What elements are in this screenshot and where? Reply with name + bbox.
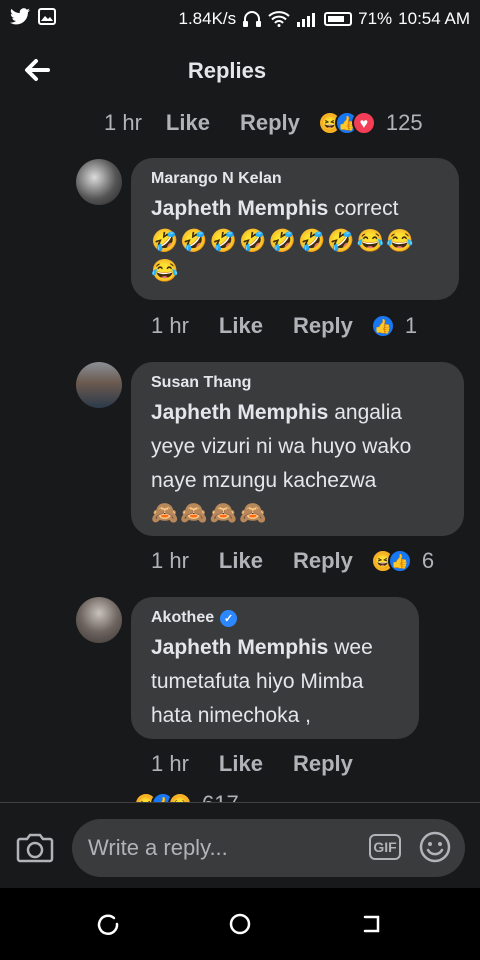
- timestamp: 1 hr: [151, 313, 189, 338]
- gif-button[interactable]: GIF: [369, 834, 401, 860]
- reaction-summary[interactable]: 😆 👍: [370, 549, 412, 573]
- comment-author[interactable]: Susan Thang: [151, 374, 444, 392]
- header: Replies: [0, 40, 480, 102]
- home-icon[interactable]: [226, 910, 254, 938]
- comment-author[interactable]: Akothee ✓: [151, 609, 399, 627]
- reaction-count[interactable]: 6: [422, 548, 434, 574]
- headphones-icon: [243, 11, 262, 27]
- avatar[interactable]: [76, 362, 122, 408]
- timestamp: 1 hr: [151, 751, 189, 776]
- reply-placeholder: Write a reply...: [88, 835, 228, 860]
- gallery-icon: [38, 8, 56, 25]
- comment-text: Japheth Memphis angalia yeye vizuri ni w…: [151, 396, 444, 498]
- comment-action-row: 1 hr Like Reply 👍 1: [151, 313, 417, 339]
- reply-button[interactable]: Reply: [293, 313, 353, 339]
- timestamp: 1 hr: [151, 548, 189, 573]
- comment-emoji: 🙈🙈🙈🙈: [151, 500, 269, 525]
- verified-badge-icon: ✓: [220, 609, 238, 627]
- network-speed: 1.84K/s: [178, 9, 237, 28]
- comment-text: Japheth Memphis correct: [151, 192, 439, 226]
- status-bar: 1.84K/s 71% 10:54 AM: [0, 0, 480, 38]
- navigation-bar: [0, 888, 480, 960]
- back-nav-icon[interactable]: [358, 910, 386, 938]
- reply-button[interactable]: Reply: [293, 751, 353, 777]
- battery-icon: [324, 12, 353, 26]
- like-button[interactable]: Like: [219, 751, 263, 777]
- like-reaction-icon: 👍: [387, 549, 412, 573]
- love-reaction-icon: ♥: [351, 111, 376, 135]
- like-button[interactable]: Like: [219, 548, 263, 574]
- wifi-icon: [268, 11, 290, 27]
- emoji-icon[interactable]: [419, 831, 451, 863]
- like-button[interactable]: Like: [166, 110, 210, 136]
- comment-text: Japheth Memphis wee tumetafuta hiyo Mimb…: [151, 631, 399, 733]
- timestamp: 1 hr: [104, 110, 142, 135]
- comment-bubble: Marango N Kelan Japheth Memphis correct …: [131, 158, 459, 300]
- comment-author[interactable]: Marango N Kelan: [151, 170, 439, 188]
- reply-input[interactable]: Write a reply... GIF: [72, 819, 465, 877]
- reaction-count[interactable]: 1: [405, 313, 417, 339]
- mention-tag[interactable]: Japheth Memphis: [151, 197, 328, 220]
- clipped-row: 😆 👍 😢 617: [0, 788, 480, 802]
- comment-emoji: 🤣🤣🤣🤣🤣🤣🤣😂😂😂: [151, 228, 416, 283]
- avatar[interactable]: [76, 597, 122, 643]
- comment-bubble: Akothee ✓ Japheth Memphis wee tumetafuta…: [131, 597, 419, 739]
- reaction-summary[interactable]: 👍: [370, 314, 395, 338]
- reaction-summary[interactable]: 😆 👍 😢 617: [134, 791, 239, 802]
- author-name[interactable]: Akothee: [151, 609, 214, 627]
- signal-icon: [297, 13, 316, 27]
- recent-apps-icon[interactable]: [94, 910, 122, 938]
- like-button[interactable]: Like: [219, 313, 263, 339]
- page-title: Replies: [187, 58, 267, 83]
- camera-icon[interactable]: [16, 831, 54, 865]
- reaction-count[interactable]: 617: [202, 791, 239, 802]
- mention-tag[interactable]: Japheth Memphis: [151, 401, 328, 424]
- comment-bubble: Susan Thang Japheth Memphis angalia yeye…: [131, 362, 464, 536]
- sad-reaction-icon: 😢: [168, 792, 192, 802]
- comment-message: correct: [334, 197, 399, 220]
- reply-button[interactable]: Reply: [293, 548, 353, 574]
- mention-tag[interactable]: Japheth Memphis: [151, 636, 328, 659]
- twitter-icon: [10, 8, 30, 25]
- reaction-count[interactable]: 125: [386, 110, 423, 136]
- battery-level: 71%: [358, 9, 393, 28]
- clock: 10:54 AM: [398, 9, 470, 28]
- reaction-summary[interactable]: 😆 👍 ♥: [317, 111, 376, 135]
- avatar[interactable]: [76, 159, 122, 205]
- like-reaction-icon: 👍: [370, 314, 395, 338]
- comment-action-row: 1 hr Like Reply 😆 👍 6: [151, 548, 434, 574]
- top-action-row: 1 hr Like Reply 😆 👍 ♥ 125: [104, 110, 423, 136]
- comment-action-row: 1 hr Like Reply: [151, 751, 353, 777]
- reply-composer: Write a reply... GIF: [0, 802, 480, 889]
- reply-button[interactable]: Reply: [240, 110, 300, 136]
